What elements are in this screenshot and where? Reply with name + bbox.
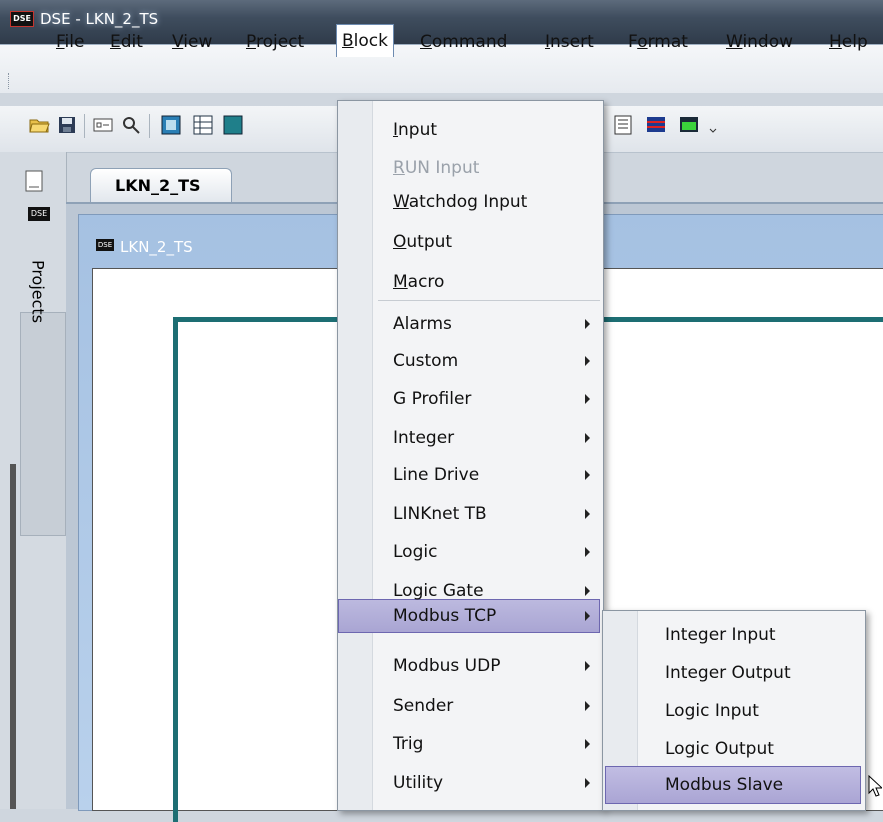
menu-item-trig[interactable]: Trig <box>393 727 423 761</box>
modbus-tcp-submenu: Integer Input Integer Output Logic Input… <box>602 610 866 811</box>
menu-help[interactable]: Help <box>824 28 873 56</box>
menu-item-linknet-tb[interactable]: LINKnet TB <box>393 497 487 531</box>
menu-item-run-input: RUN Input <box>393 158 480 178</box>
menu-item-alarms[interactable]: Alarms <box>393 307 452 341</box>
submenu-arrow-icon <box>585 547 590 557</box>
submenu-arrow-icon <box>585 739 590 749</box>
menu-item-input[interactable]: Input <box>393 113 437 147</box>
window-title: DSE - LKN_2_TS <box>40 10 159 28</box>
list-icon[interactable] <box>612 114 634 136</box>
submenu-arrow-icon <box>585 509 590 519</box>
sidebar-divider <box>10 464 16 809</box>
menu-view[interactable]: View <box>167 28 217 56</box>
submenu-arrow-icon <box>585 701 590 711</box>
save-icon[interactable] <box>56 114 78 136</box>
menu-item-macro[interactable]: Macro <box>393 265 444 299</box>
menu-edit[interactable]: Edit <box>105 28 148 56</box>
monitor-icon[interactable] <box>678 114 700 136</box>
submenu-arrow-icon <box>585 394 590 404</box>
submenu-item-integer-output[interactable]: Integer Output <box>665 654 791 692</box>
submenu-item-modbus-slave[interactable]: Modbus Slave <box>665 766 783 804</box>
app-logo-icon: DSE <box>10 11 34 27</box>
grid-block-icon[interactable] <box>160 114 182 136</box>
menubar-grip <box>8 73 12 89</box>
menu-item-modbus-udp[interactable]: Modbus UDP <box>393 649 500 683</box>
submenu-arrow-icon <box>585 586 590 596</box>
menu-item-modbus-tcp[interactable]: Modbus TCP <box>393 599 496 633</box>
submenu-arrow-icon <box>585 433 590 443</box>
menu-item-output[interactable]: Output <box>393 225 452 259</box>
menu-format[interactable]: Format <box>623 28 693 56</box>
menu-item-line-drive[interactable]: Line Drive <box>393 458 479 492</box>
submenu-item-integer-input[interactable]: Integer Input <box>665 616 776 654</box>
projects-panel-tab[interactable] <box>20 312 66 536</box>
menu-item-utility[interactable]: Utility <box>393 766 443 800</box>
submenu-item-logic-output[interactable]: Logic Output <box>665 730 774 768</box>
submenu-arrow-icon <box>585 778 590 788</box>
menu-separator <box>378 300 600 301</box>
menu-item-integer[interactable]: Integer <box>393 421 454 455</box>
chart-block-icon[interactable] <box>222 114 244 136</box>
document-icon[interactable] <box>24 170 44 192</box>
child-window-title: LKN_2_TS <box>120 238 193 256</box>
menu-item-watchdog-input[interactable]: Watchdog Input <box>393 185 527 219</box>
submenu-arrow-icon <box>585 470 590 480</box>
submenu-arrow-icon <box>585 319 590 329</box>
menu-item-logic[interactable]: Logic <box>393 535 437 569</box>
mouse-cursor-icon <box>868 775 882 797</box>
toolbar-separator <box>84 114 85 138</box>
child-window-logo-icon: DSE <box>96 239 114 251</box>
menu-insert[interactable]: Insert <box>540 28 599 56</box>
open-folder-icon[interactable] <box>28 114 50 136</box>
flag-icon[interactable] <box>645 114 667 136</box>
block-menu: Input RUN Input Watchdog Input Output Ma… <box>337 100 604 811</box>
submenu-arrow-icon <box>585 611 590 621</box>
block-view-icon[interactable] <box>92 114 114 136</box>
submenu-arrow-icon <box>585 356 590 366</box>
table-block-icon[interactable] <box>192 114 214 136</box>
menu-file[interactable]: File <box>51 28 89 56</box>
submenu-item-logic-input[interactable]: Logic Input <box>665 692 759 730</box>
menu-item-custom[interactable]: Custom <box>393 344 458 378</box>
toolbar-overflow-icon[interactable] <box>708 114 718 136</box>
toolbar-separator <box>149 114 150 138</box>
menu-project[interactable]: Project <box>241 28 309 56</box>
menu-gutter <box>338 101 373 810</box>
menu-window[interactable]: Window <box>721 28 798 56</box>
menu-item-g-profiler[interactable]: G Profiler <box>393 382 471 416</box>
menu-block[interactable]: Block <box>336 24 394 57</box>
submenu-arrow-icon <box>585 661 590 671</box>
search-icon[interactable] <box>120 114 142 136</box>
dse-logo-icon: DSE <box>28 207 50 221</box>
menu-command[interactable]: Command <box>415 28 512 56</box>
menu-item-sender[interactable]: Sender <box>393 689 453 723</box>
tab-lkn-2-ts[interactable]: LKN_2_TS <box>90 168 232 202</box>
projects-label[interactable]: Projects <box>29 252 48 332</box>
